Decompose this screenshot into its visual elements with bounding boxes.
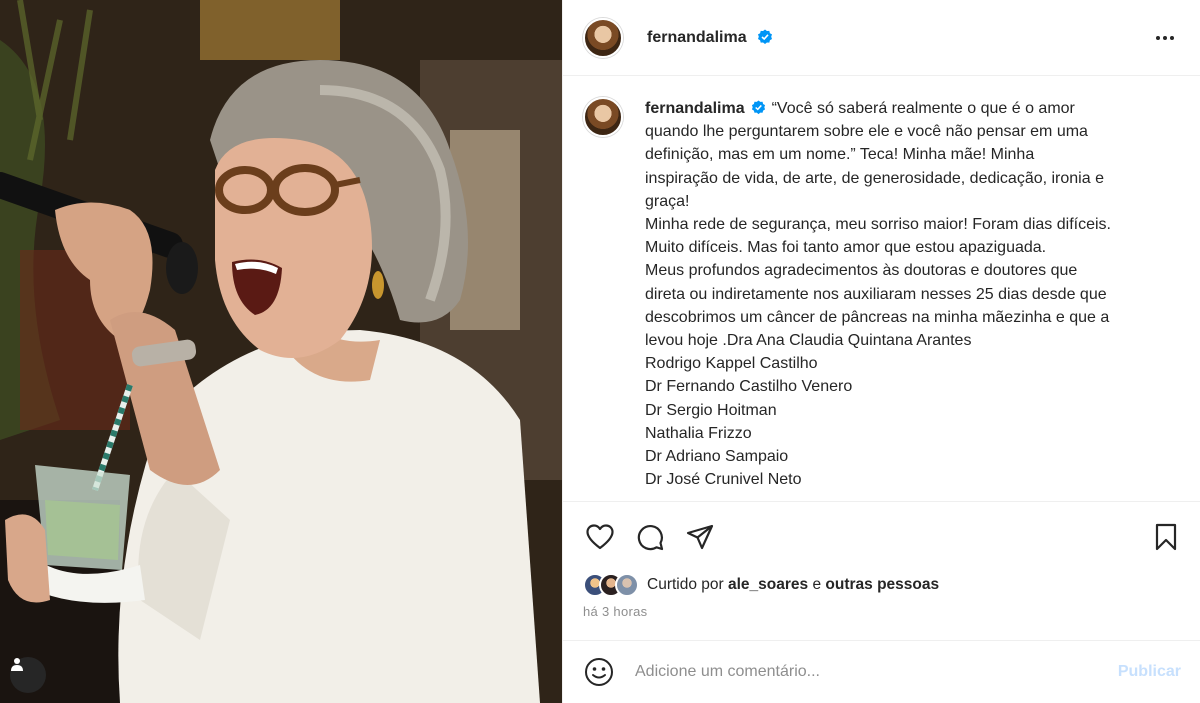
post-timestamp[interactable]: há 3 horas [583,604,647,619]
author-username-text[interactable]: fernandalima [647,29,747,46]
caption-line: Dr Adriano Sampaio [645,448,789,466]
post-actions [583,520,1183,554]
more-dot [1156,35,1160,40]
comment-input[interactable] [635,663,1075,681]
more-options-icon[interactable] [1150,30,1180,46]
caption-line: descobrimos um câncer de pâncreas na min… [645,308,1110,326]
save-button[interactable] [1149,520,1183,554]
caption-line: definição, mas em um nome.” Teca! Minha … [645,146,1035,164]
caption-text: fernandalima “Você só saberá realmente o … [645,97,1183,501]
likes-others-link[interactable]: outras pessoas [825,576,939,594]
caption-line: Rodrigo Kappel Castilho [645,355,818,373]
likes-connector: e [812,576,822,593]
share-button[interactable] [683,520,717,554]
comment-icon [637,525,664,551]
caption-line: quando lhe perguntarem sobre ele e você … [645,123,1088,141]
caption-line: Dr José Crunivel Neto [645,471,802,489]
likes-prefix: Curtido por [647,576,724,593]
caption-line: levou hoje .Dra Ana Claudia Quintana Ara… [645,332,972,350]
caption-line: direta ou indiretamente nos auxiliaram n… [645,285,1107,303]
liker-avatar [615,573,639,597]
verified-badge-icon [758,29,773,45]
like-button[interactable] [583,520,617,554]
caption-line: inspiração de vida, de arte, de generosi… [645,169,1104,187]
caption-line: fernandalima “Você só saberá realmente o … [645,97,1183,120]
caption-line: Dr Fernando Castilho Venero [645,378,853,396]
caption-line: graça! [645,192,690,210]
bookmark-icon [1155,523,1177,551]
more-dot [1170,35,1174,40]
caption-author-avatar[interactable] [583,97,623,137]
post-photo[interactable] [0,0,562,703]
caption-line: Nathalia Frizzo [645,424,752,442]
likes-summary[interactable]: Curtido por ale_soares e outras pessoas [583,573,939,597]
likes-user-link[interactable]: ale_soares [728,576,808,594]
tagged-users-button[interactable] [10,657,46,693]
liker-avatars [583,573,639,597]
heart-icon [586,524,614,550]
author-username[interactable]: fernandalima [647,29,773,47]
user-tag-icon [11,658,23,671]
emoji-button[interactable] [583,656,615,688]
caption-line: Dr Sergio Hoitman [645,401,777,419]
share-icon [686,524,714,550]
more-dot [1163,35,1167,40]
publish-button[interactable]: Publicar [1118,663,1181,681]
post-header: fernandalima [563,0,1200,76]
verified-badge-icon [751,100,765,114]
emoji-icon [585,658,613,686]
author-avatar[interactable] [583,17,623,58]
caption-line: Muito difíceis. Mas foi tanto amor que e… [645,239,1047,257]
caption-area: fernandalima “Você só saberá realmente o … [563,77,1200,501]
caption-line: Minha rede de segurança, meu sorriso mai… [645,216,1111,234]
caption-line: Meus profundos agradecimentos às doutora… [645,262,1078,280]
actions-divider [563,501,1200,502]
comment-bar: Publicar [563,640,1200,703]
post-side-panel: fernandalima fernandalima “Você só saberá… [562,0,1200,703]
caption-username[interactable]: fernandalima [645,100,745,117]
photo-illustration [0,0,562,703]
caption-line-text: “Você só saberá realmente o que é o amor [771,100,1075,117]
comment-button[interactable] [633,520,667,554]
